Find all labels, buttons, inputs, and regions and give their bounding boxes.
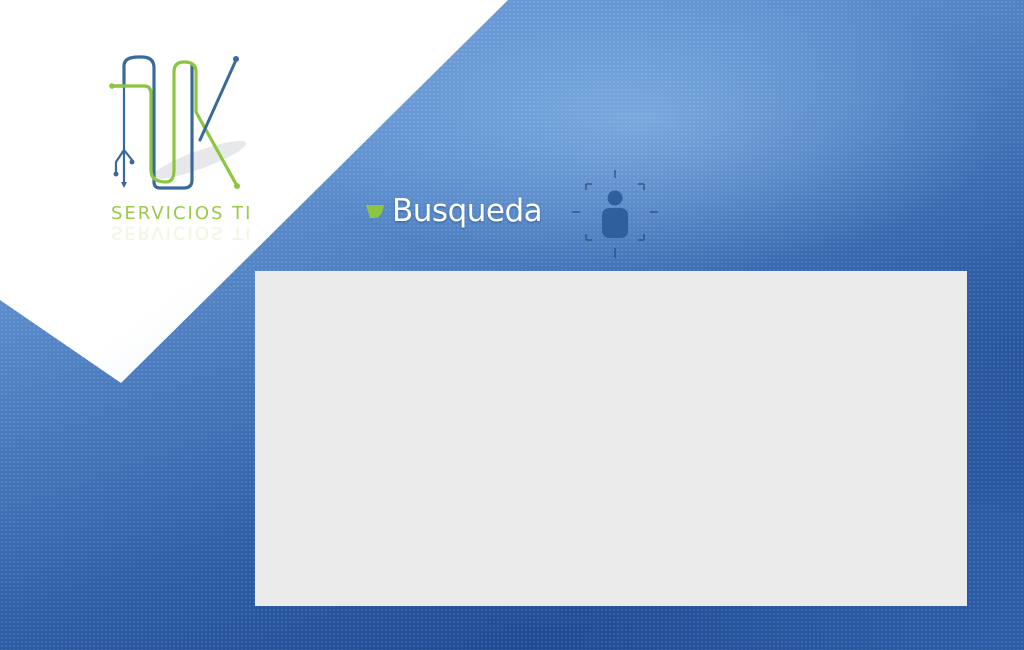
page-title: Busqueda: [392, 193, 543, 229]
content-panel: [255, 271, 967, 606]
green-leaf-bullet-icon: [366, 204, 384, 218]
user-target-icon: [572, 170, 658, 258]
page-heading: Busqueda: [366, 191, 543, 231]
logo-tagline: SERVICIOS TI: [111, 203, 253, 224]
logo-tagline-reflection: SERVICIOS TI: [111, 222, 253, 243]
